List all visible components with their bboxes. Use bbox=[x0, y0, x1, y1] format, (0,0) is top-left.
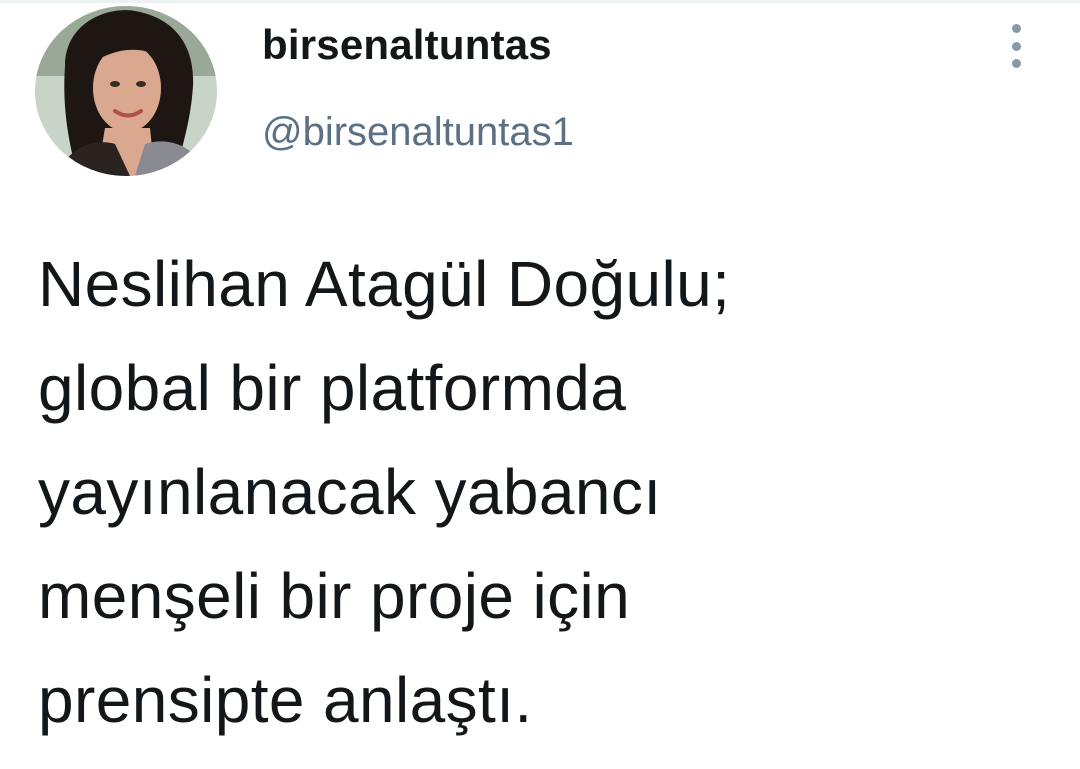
vertical-ellipsis-icon bbox=[1011, 59, 1021, 68]
tweet-text-line: yayınlanacak yabancı bbox=[38, 456, 662, 528]
author-handle[interactable]: @birsenaltuntas1 bbox=[262, 108, 574, 156]
tweet-text: Neslihan Atagül Doğulu; global bir platf… bbox=[38, 232, 1048, 752]
author-display-name[interactable]: birsenaltuntas bbox=[262, 20, 552, 70]
author-avatar[interactable] bbox=[35, 6, 217, 176]
vertical-ellipsis-icon bbox=[1011, 24, 1021, 33]
vertical-ellipsis-icon bbox=[1011, 41, 1021, 51]
profile-photo-icon bbox=[35, 6, 217, 176]
tweet-text-line: global bir platformda bbox=[38, 352, 627, 424]
tweet-text-line: prensipte anlaştı. bbox=[38, 664, 533, 736]
tweet-text-line: Neslihan Atagül Doğulu; bbox=[38, 248, 731, 320]
more-options-button[interactable] bbox=[996, 18, 1036, 74]
tweet-card[interactable]: birsenaltuntas @birsenaltuntas1 Neslihan… bbox=[0, 0, 1080, 769]
tweet-text-line: menşeli bir proje için bbox=[38, 560, 631, 632]
